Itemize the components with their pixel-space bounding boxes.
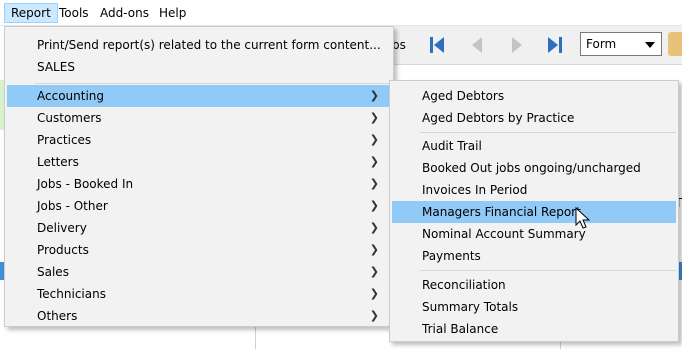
submenu-delivery[interactable]: Delivery ❯ [7,217,391,239]
menu-item-label: Payments [422,249,481,263]
report-menu: Print/Send report(s) related to the curr… [4,26,394,327]
mouse-cursor-icon [575,206,591,234]
accounting-submenu: Aged Debtors Aged Debtors by Practice Au… [389,80,679,342]
menu-item-booked-out-jobs[interactable]: Booked Out jobs ongoing/uncharged [392,157,676,179]
menu-bar: Report Tools Add-ons Help [0,0,682,26]
menu-separator [35,83,391,84]
chevron-down-icon [645,42,655,48]
menu-item-print-send[interactable]: Print/Send report(s) related to the curr… [7,34,391,56]
menu-item-label: Others [37,309,78,323]
submenu-jobs-other[interactable]: Jobs - Other ❯ [7,195,391,217]
jobs-label-fragment: bs [392,38,406,52]
menu-item-label: Products [37,243,89,257]
chevron-right-icon: ❯ [369,133,379,146]
menu-separator [420,270,676,271]
next-record-icon[interactable] [504,32,530,58]
submenu-technicians[interactable]: Technicians ❯ [7,283,391,305]
menu-item-label: Sales [37,265,69,279]
divider [255,327,256,349]
chevron-right-icon: ❯ [369,155,379,168]
submenu-customers[interactable]: Customers ❯ [7,107,391,129]
submenu-practices[interactable]: Practices ❯ [7,129,391,151]
menu-item-nominal-account-summary[interactable]: Nominal Account Summary [392,223,676,245]
first-record-icon[interactable] [424,32,450,58]
chevron-right-icon: ❯ [369,177,379,190]
menu-item-trial-balance[interactable]: Trial Balance [392,318,676,340]
menu-item-label: Jobs - Other [37,199,108,213]
chevron-right-icon: ❯ [369,221,379,234]
menu-item-managers-financial-report[interactable]: Managers Financial Report [392,201,676,223]
submenu-jobs-booked-in[interactable]: Jobs - Booked In ❯ [7,173,391,195]
menu-item-invoices-in-period[interactable]: Invoices In Period [392,179,676,201]
menu-tools[interactable]: Tools [53,3,95,23]
chevron-right-icon: ❯ [369,89,379,102]
view-mode-value: Form [586,37,617,51]
submenu-letters[interactable]: Letters ❯ [7,151,391,173]
menu-item-label: SALES [37,60,75,74]
menu-report[interactable]: Report [4,3,58,23]
menu-item-label: Accounting [37,89,105,103]
chevron-right-icon: ❯ [369,309,379,322]
menu-item-label: Print/Send report(s) related to the curr… [37,38,381,52]
menu-item-label: Aged Debtors [422,89,505,103]
menu-item-payments[interactable]: Payments [392,245,676,267]
menu-add-ons[interactable]: Add-ons [94,3,155,23]
menu-item-label: Reconciliation [422,278,506,292]
menu-item-label: Invoices In Period [422,183,528,197]
chevron-right-icon: ❯ [369,111,379,124]
submenu-products[interactable]: Products ❯ [7,239,391,261]
submenu-others[interactable]: Others ❯ [7,305,391,327]
previous-record-icon[interactable] [464,32,490,58]
menu-item-label: Managers Financial Report [422,205,581,219]
chevron-right-icon: ❯ [369,243,379,256]
menu-item-label: Audit Trail [422,139,482,153]
menu-separator [420,132,676,133]
chevron-right-icon: ❯ [369,199,379,212]
toolbar-tool-icon[interactable] [668,32,682,56]
menu-item-label: Booked Out jobs ongoing/uncharged [422,161,641,175]
menu-item-label: Jobs - Booked In [37,177,134,191]
submenu-accounting[interactable]: Accounting ❯ [7,85,391,107]
menu-item-sales-report[interactable]: SALES [7,56,391,78]
menu-item-aged-debtors[interactable]: Aged Debtors [392,85,676,107]
chevron-right-icon: ❯ [369,265,379,278]
menu-item-label: Technicians [37,287,106,301]
last-record-icon[interactable] [542,32,568,58]
divider [560,342,561,349]
menu-item-audit-trail[interactable]: Audit Trail [392,135,676,157]
menu-item-label: Letters [37,155,79,169]
menu-item-label: Nominal Account Summary [422,227,586,241]
menu-item-label: Delivery [37,221,87,235]
menu-item-label: Aged Debtors by Practice [422,111,575,125]
submenu-sales[interactable]: Sales ❯ [7,261,391,283]
menu-item-label: Summary Totals [422,300,519,314]
menu-item-label: Practices [37,133,92,147]
view-mode-select[interactable]: Form [580,32,662,56]
menu-item-aged-debtors-by-practice[interactable]: Aged Debtors by Practice [392,107,676,129]
menu-help[interactable]: Help [153,3,192,23]
menu-item-label: Customers [37,111,102,125]
menu-item-label: Trial Balance [422,322,499,336]
menu-item-summary-totals[interactable]: Summary Totals [392,296,676,318]
menu-item-reconciliation[interactable]: Reconciliation [392,274,676,296]
chevron-right-icon: ❯ [369,287,379,300]
